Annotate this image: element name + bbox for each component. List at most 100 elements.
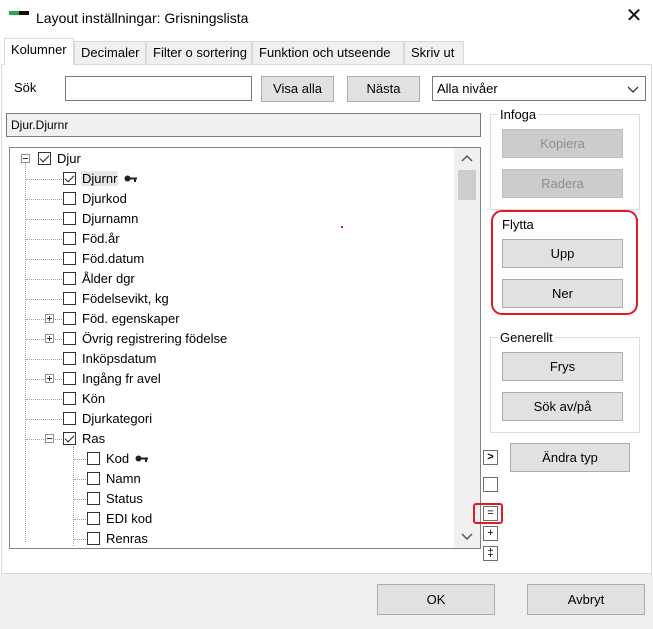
checkbox[interactable]	[63, 212, 76, 225]
level-select-value: Alla nivåer	[437, 81, 498, 96]
tab-filter-sortering[interactable]: Filter o sortering	[146, 41, 252, 64]
tree-node-label: Djurkod	[82, 191, 127, 206]
checkbox[interactable]	[38, 152, 51, 165]
tree-connector	[26, 219, 62, 220]
cancel-button[interactable]: Avbryt	[527, 584, 645, 615]
collapse-toggle[interactable]	[21, 154, 30, 163]
tree-node-fodar[interactable]: Föd.år	[10, 229, 450, 249]
tree-node-kon[interactable]: Kön	[10, 389, 450, 409]
tree-node-ras[interactable]: Ras	[10, 429, 450, 449]
tree-node-fod-egenskaper[interactable]: Föd. egenskaper	[10, 309, 450, 329]
tree-node-label: Övrig registrering födelse	[82, 331, 228, 346]
tree-scrollbar[interactable]	[454, 148, 480, 548]
checkbox[interactable]	[63, 432, 76, 445]
chevron-down-icon[interactable]	[461, 533, 473, 541]
tree-node-label: Föd.år	[82, 231, 120, 246]
tree-connector	[26, 339, 62, 340]
checkbox[interactable]	[63, 312, 76, 325]
tree-node-djurkod[interactable]: Djurkod	[10, 189, 450, 209]
tree-node-label: Djurnamn	[82, 211, 139, 226]
plus-button[interactable]: +	[483, 526, 498, 541]
copy-button[interactable]: Kopiera	[502, 129, 623, 158]
checkbox[interactable]	[63, 172, 76, 185]
tree-node-alder[interactable]: Ålder dgr	[10, 269, 450, 289]
expand-toggle[interactable]	[45, 314, 54, 323]
double-dagger-button[interactable]: ‡	[483, 546, 498, 561]
checkbox[interactable]	[63, 332, 76, 345]
tree-node-status[interactable]: Status	[10, 489, 450, 509]
expand-arrow-button[interactable]: >	[483, 450, 498, 465]
tab-decimaler[interactable]: Decimaler	[74, 41, 146, 64]
tree-connector	[26, 279, 62, 280]
checkbox[interactable]	[63, 272, 76, 285]
equals-button[interactable]: =	[483, 506, 498, 521]
tree-connector	[26, 299, 62, 300]
tree-connector	[26, 399, 62, 400]
tree-node-djurkategori[interactable]: Djurkategori	[10, 409, 450, 429]
checkbox[interactable]	[63, 372, 76, 385]
tree-node-foddatum[interactable]: Föd.datum	[10, 249, 450, 269]
freeze-button[interactable]: Frys	[502, 352, 623, 381]
tree-node-inkopsdatum[interactable]: Inköpsdatum	[10, 349, 450, 369]
tree-connector	[74, 539, 86, 540]
tree-node-ingang-fr-avel[interactable]: Ingång fr avel	[10, 369, 450, 389]
tree-connector	[26, 179, 62, 180]
tree-connector	[26, 319, 62, 320]
checkbox[interactable]	[63, 292, 76, 305]
tree-node-edi-kod[interactable]: EDI kod	[10, 509, 450, 529]
group-infoga-title: Infoga	[498, 107, 539, 122]
tree-node-label: Föd.datum	[82, 251, 145, 266]
tab-funktion-utseende[interactable]: Funktion och utseende	[252, 41, 404, 64]
checkbox[interactable]	[87, 472, 100, 485]
tree-node-label: Djurkategori	[82, 411, 153, 426]
tree-node-label: Renras	[106, 531, 148, 546]
delete-button[interactable]: Radera	[502, 169, 623, 198]
empty-checkbox-button[interactable]	[483, 477, 498, 492]
checkbox[interactable]	[63, 412, 76, 425]
checkbox[interactable]	[87, 532, 100, 545]
checkbox[interactable]	[63, 392, 76, 405]
tree-node-fodelsevikt[interactable]: Födelsevikt, kg	[10, 289, 450, 309]
tree-node-namn[interactable]: Namn	[10, 469, 450, 489]
tree-connector	[26, 379, 62, 380]
level-select[interactable]: Alla nivåer	[432, 76, 646, 101]
ok-button[interactable]: OK	[377, 584, 495, 615]
checkbox[interactable]	[63, 232, 76, 245]
scrollbar-thumb[interactable]	[458, 170, 476, 200]
checkbox[interactable]	[63, 192, 76, 205]
search-label: Sök	[14, 80, 37, 95]
search-input[interactable]	[65, 76, 252, 101]
checkbox[interactable]	[87, 512, 100, 525]
tab-kolumner[interactable]: Kolumner	[4, 38, 74, 65]
tree-node-djurnamn[interactable]: Djurnamn	[10, 209, 450, 229]
move-up-button[interactable]: Upp	[502, 239, 623, 268]
checkbox[interactable]	[87, 452, 100, 465]
column-tree[interactable]: Djur Djurnr Djurkod Djurnamn Föd.år Föd.…	[9, 147, 481, 549]
tree-node-djurnr[interactable]: Djurnr	[10, 169, 450, 189]
tree-node-renras[interactable]: Renras	[10, 529, 450, 548]
checkbox[interactable]	[63, 252, 76, 265]
show-all-button[interactable]: Visa alla	[261, 76, 334, 102]
tab-skriv-ut[interactable]: Skriv ut	[404, 41, 464, 64]
change-type-button[interactable]: Ändra typ	[510, 443, 630, 472]
tree-node-ovrig-registrering[interactable]: Övrig registrering födelse	[10, 329, 450, 349]
search-toggle-button[interactable]: Sök av/på	[502, 392, 623, 421]
tree-node-kod[interactable]: Kod	[10, 449, 450, 469]
tree-node-label: Status	[106, 491, 143, 506]
checkbox[interactable]	[63, 352, 76, 365]
move-down-button[interactable]: Ner	[502, 279, 623, 308]
expand-toggle[interactable]	[45, 334, 54, 343]
tree-node-djur[interactable]: Djur	[10, 149, 450, 169]
close-icon[interactable]: ✕	[624, 6, 644, 26]
tree-connector	[74, 499, 86, 500]
red-dot-marker	[341, 226, 343, 228]
app-icon	[9, 11, 29, 20]
next-button[interactable]: Nästa	[347, 76, 420, 102]
tab-label: Skriv ut	[411, 45, 455, 60]
equals-glyph: =	[487, 507, 494, 519]
chevron-right-icon: >	[487, 451, 494, 463]
checkbox[interactable]	[87, 492, 100, 505]
chevron-up-icon[interactable]	[461, 154, 473, 162]
collapse-toggle[interactable]	[45, 434, 54, 443]
expand-toggle[interactable]	[45, 374, 54, 383]
